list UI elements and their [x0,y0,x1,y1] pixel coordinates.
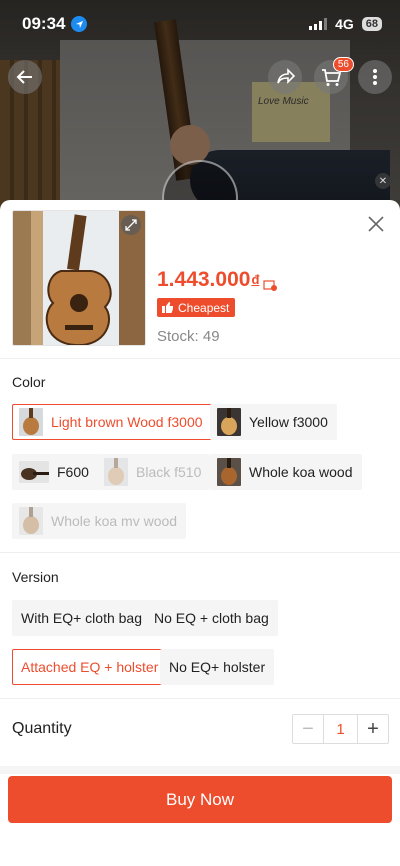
more-options-button[interactable] [358,60,392,94]
color-option-light-brown-wood-f3000[interactable]: Light brown Wood f3000 [12,404,212,440]
voucher-icon [263,274,278,298]
divider [0,358,400,359]
quantity-input[interactable]: 1 [323,715,358,743]
variant-thumbnail [19,408,43,436]
color-option-whole-koa-mv-wood[interactable]: Whole koa mv wood [12,503,187,539]
decrease-quantity-button[interactable]: − [293,715,323,743]
close-video-icon[interactable]: ✕ [375,173,391,189]
close-icon [368,216,384,232]
share-icon [277,68,296,84]
color-option-label: Whole koa mv wood [51,513,178,529]
back-button[interactable] [8,60,42,94]
network-type: 4G [335,16,354,32]
version-option-no-eq-holster[interactable]: No EQ+ holster [160,649,275,685]
status-time: 09:34 [22,14,66,33]
divider [0,552,400,553]
color-option-label: F600 [57,464,89,480]
color-option-label: Yellow f3000 [249,414,328,430]
more-vertical-icon [373,69,377,85]
variant-selection-sheet: 1.443.000 đ Cheapest Stock: 49 Color Lig… [0,200,400,866]
thumbs-up-icon [162,302,173,313]
variant-thumbnail [104,458,128,486]
status-bar: 09:34 4G 68 [0,0,400,48]
quantity-stepper: − 1 + [292,714,389,744]
quantity-label: Quantity [12,720,72,737]
increase-quantity-button[interactable]: + [358,715,388,743]
status-indicators: 4G 68 [309,16,382,32]
color-option-label: Whole koa wood [249,464,353,480]
cheapest-badge-label: Cheapest [178,300,230,315]
color-option-black-f510[interactable]: Black f510 [97,454,211,490]
version-section-title: Version [12,569,59,585]
color-option-label: Black f510 [136,464,202,480]
version-option-attached-eq-holster[interactable]: Attached EQ + holster [12,649,168,685]
variant-thumbnail [19,461,49,483]
price-value: 1.443.000 [157,268,251,291]
variant-thumbnail [217,408,241,436]
variant-thumbnail [217,458,241,486]
stock-text: Stock: 49 [157,328,220,345]
battery-indicator: 68 [361,17,382,31]
color-option-f600[interactable]: F600 [12,454,98,490]
color-section-title: Color [12,374,46,390]
divider [0,698,400,699]
location-arrow-icon [71,16,88,32]
color-option-whole-koa-wood[interactable]: Whole koa wood [210,454,362,490]
version-option-label: Attached EQ + holster [21,659,159,675]
signal-icon [309,18,328,30]
back-arrow-icon [16,70,32,84]
cart-count-badge: 56 [332,57,354,72]
color-option-yellow-f3000[interactable]: Yellow f3000 [210,404,337,440]
share-button[interactable] [268,60,302,94]
buy-now-button[interactable]: Buy Now [8,776,392,823]
product-thumbnail[interactable] [12,210,146,346]
version-option-no-eq-cloth-bag[interactable]: No EQ + cloth bag [145,600,278,636]
version-option-label: No EQ+ holster [169,659,266,675]
version-option-label: No EQ + cloth bag [154,610,269,626]
close-sheet-button[interactable] [364,212,388,236]
version-option-with-eq-cloth-bag[interactable]: With EQ+ cloth bag [12,600,152,636]
variant-thumbnail [19,507,43,535]
product-price: 1.443.000 đ [157,268,278,298]
cheapest-badge: Cheapest [157,298,236,317]
color-option-label: Light brown Wood f3000 [51,414,203,430]
expand-image-icon[interactable] [121,215,141,235]
cart-button[interactable]: 56 [314,57,354,94]
price-currency: đ [251,272,260,287]
version-option-label: With EQ+ cloth bag [21,610,143,626]
